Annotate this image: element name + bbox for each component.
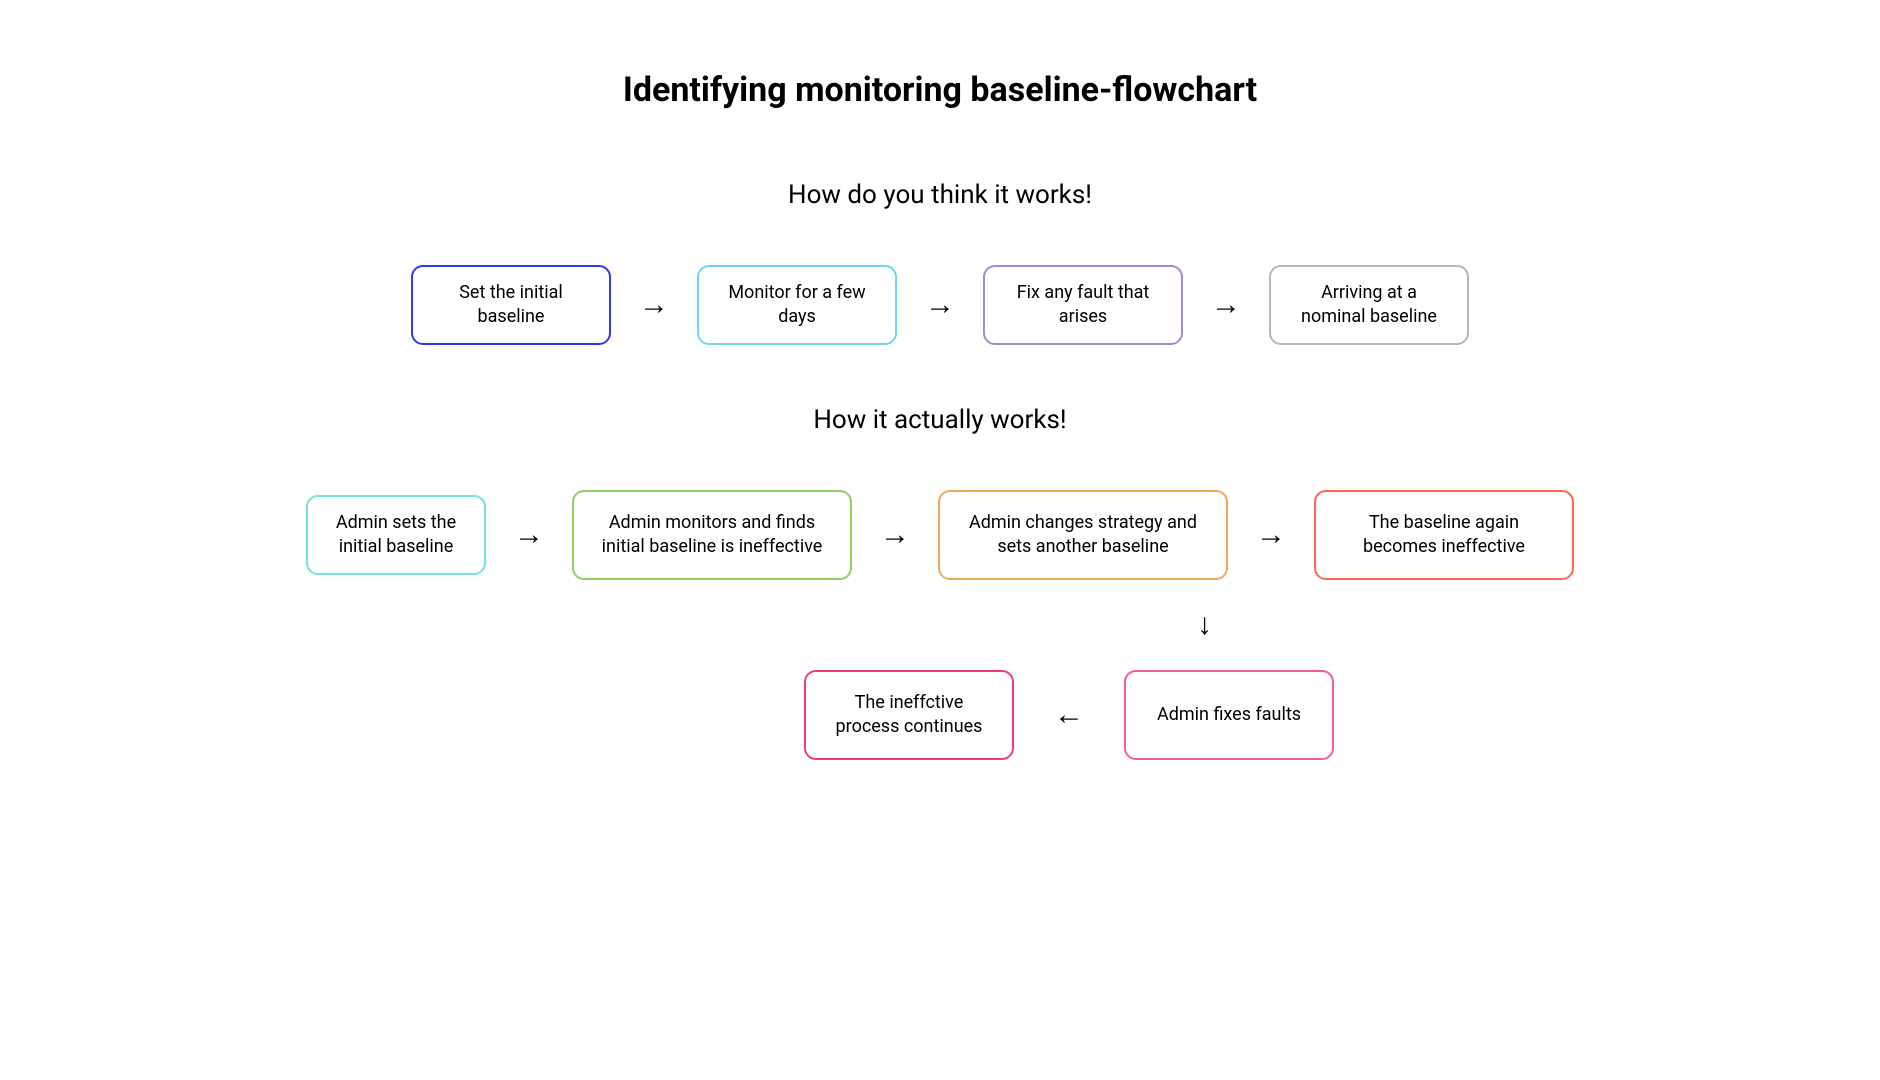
flow-row-expected: Set the initial baseline → Monitor for a… [0,265,1880,345]
step-monitor-days: Monitor for a few days [697,265,897,345]
diagram-title: Identifying monitoring baseline-flowchar… [0,70,1880,110]
step-admin-changes-strategy: Admin changes strategy and sets another … [938,490,1228,580]
arrow-right-icon: → [639,290,669,320]
arrow-right-icon: → [925,290,955,320]
step-baseline-again-ineffective: The baseline again becomes ineffective [1314,490,1574,580]
arrow-right-icon: → [514,520,544,550]
flow-row-actual-continued: The ineffctive process continues ← Admin… [0,670,1880,760]
step-admin-sets-baseline: Admin sets the initial baseline [306,495,486,575]
arrow-down-icon: ↓ [1197,610,1212,640]
section-heading-actual: How it actually works! [0,405,1880,435]
step-fix-fault: Fix any fault that arises [983,265,1183,345]
section-heading-expected: How do you think it works! [0,180,1880,210]
arrow-down-container: ↓ [0,610,1880,640]
step-admin-monitors-ineffective: Admin monitors and finds initial baselin… [572,490,852,580]
arrow-right-icon: → [1211,290,1241,320]
step-ineffective-continues: The ineffctive process continues [804,670,1014,760]
step-set-initial-baseline: Set the initial baseline [411,265,611,345]
step-nominal-baseline: Arriving at a nominal baseline [1269,265,1469,345]
arrow-right-icon: → [1256,520,1286,550]
flow-row-actual: Admin sets the initial baseline → Admin … [0,490,1880,580]
step-admin-fixes-faults: Admin fixes faults [1124,670,1334,760]
arrow-left-icon: ← [1054,700,1084,730]
arrow-right-icon: → [880,520,910,550]
